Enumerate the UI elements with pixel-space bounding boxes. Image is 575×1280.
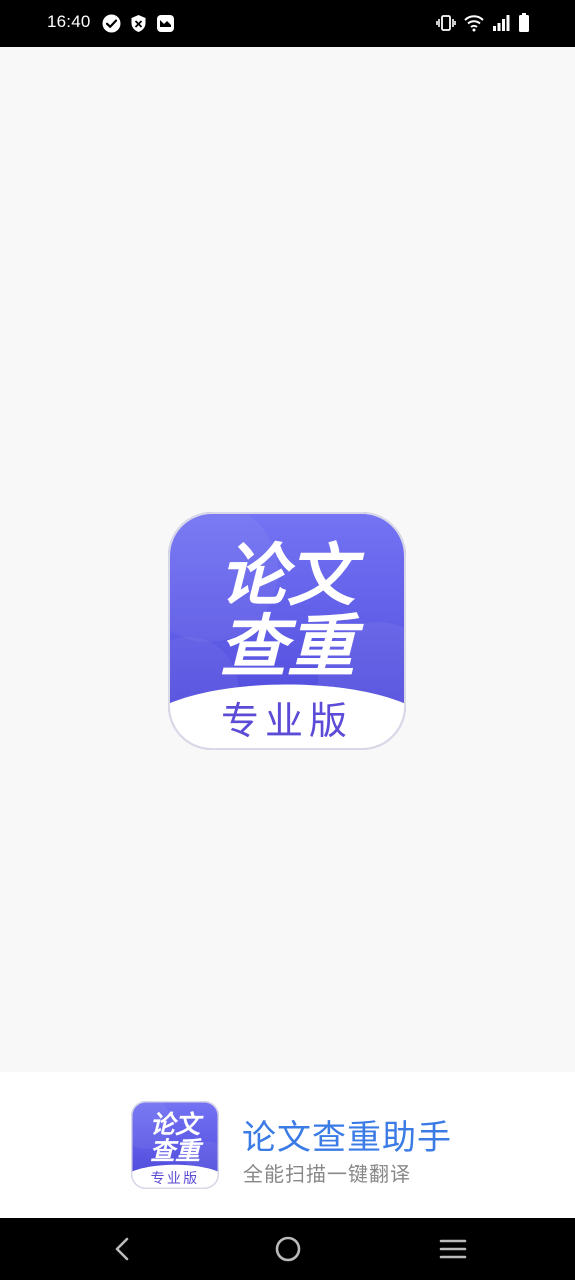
splash-screen: 16:40 论文 查重 专业版 论文 查重 专业版 论文查重助手 全能扫描一键翻… xyxy=(0,0,575,1280)
brand-subtitle: 全能扫描一键翻译 xyxy=(243,1162,411,1186)
status-right-icons xyxy=(436,13,530,37)
logo-small-line1: 论文 xyxy=(150,1110,204,1139)
navigation-bar xyxy=(0,1218,575,1280)
brand-title: 论文查重助手 xyxy=(242,1118,452,1158)
logo-large-line1: 论文 xyxy=(219,537,365,616)
check-circle-icon xyxy=(102,14,121,37)
signal-icon xyxy=(492,14,510,36)
brand-bar: 论文 查重 专业版 论文查重助手 全能扫描一键翻译 xyxy=(0,1072,575,1218)
status-bar: 16:40 xyxy=(0,0,575,47)
logo-small-badge: 专业版 xyxy=(151,1171,200,1187)
message-icon xyxy=(156,14,175,37)
logo-large-line2: 查重 xyxy=(219,608,364,687)
status-left-icons xyxy=(102,14,175,37)
logo-small-line2: 查重 xyxy=(150,1136,204,1165)
logo-large-badge: 专业版 xyxy=(221,699,353,743)
app-logo-large: 论文 查重 专业版 xyxy=(168,512,406,750)
splash-area: 论文 查重 专业版 xyxy=(0,47,575,1072)
wifi-icon xyxy=(464,14,484,36)
home-icon[interactable] xyxy=(273,1234,303,1264)
shield-icon xyxy=(130,14,147,37)
vibrate-icon xyxy=(436,14,456,36)
back-icon[interactable] xyxy=(107,1234,137,1264)
menu-icon[interactable] xyxy=(438,1234,468,1264)
battery-icon xyxy=(518,13,530,37)
status-time: 16:40 xyxy=(47,12,91,31)
app-logo-small: 论文 查重 专业版 xyxy=(131,1101,219,1189)
